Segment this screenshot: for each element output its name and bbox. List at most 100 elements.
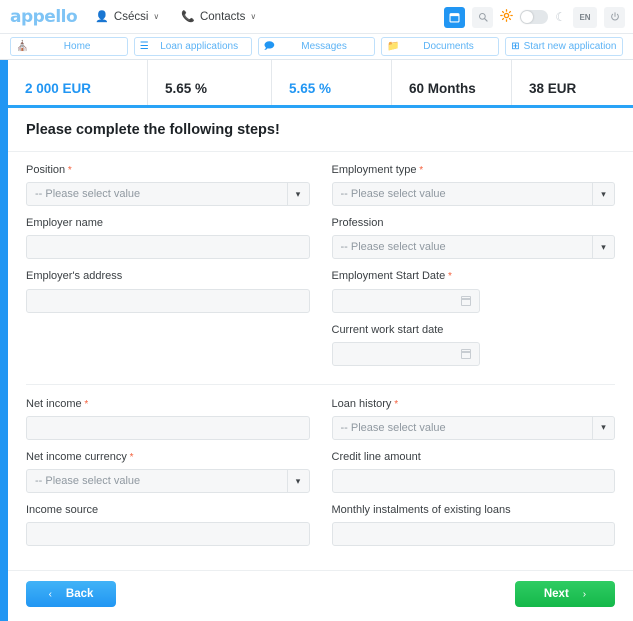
- list-icon: ☰: [139, 40, 149, 52]
- language-selector[interactable]: EN: [573, 6, 597, 28]
- field-net-income: Net income *: [26, 398, 310, 440]
- net-income-input[interactable]: [26, 415, 310, 440]
- required-marker: *: [126, 451, 134, 463]
- theme-toggle[interactable]: [520, 10, 549, 24]
- phone-icon: 📞: [181, 11, 195, 23]
- summary-label: [289, 72, 391, 78]
- summary-cell: 60 Months: [391, 60, 511, 105]
- field-label: Credit line amount: [331, 450, 421, 463]
- field-label: Income source: [26, 504, 99, 517]
- select-placeholder: -- Please select value: [35, 188, 141, 201]
- nav-tab-messages[interactable]: 🗩 Messages: [257, 37, 376, 56]
- calendar-icon[interactable]: [444, 6, 466, 28]
- income-section: Net income * Net income currency * -- Pl…: [26, 398, 615, 558]
- summary-label: [529, 72, 633, 78]
- search-icon[interactable]: [472, 6, 494, 28]
- monthly-instalments-input[interactable]: [331, 522, 615, 547]
- field-employment-type: Employment type * -- Please select value…: [331, 164, 615, 207]
- summary-value: 5.65 %: [165, 81, 208, 96]
- net-income-currency-select[interactable]: -- Please select value ▾: [26, 469, 310, 494]
- power-icon[interactable]: [604, 6, 625, 28]
- income-right-column: Loan history * -- Please select value ▾ …: [331, 398, 615, 558]
- message-icon: 🗩: [263, 40, 275, 52]
- page-background: 2 000 EUR 5.65 % 5.65 % 60 Months 38 EUR…: [0, 60, 633, 621]
- back-button-label: Back: [65, 588, 94, 600]
- chevron-left-icon: ‹: [48, 588, 52, 600]
- required-marker: *: [445, 271, 452, 283]
- calendar-icon: [460, 295, 471, 306]
- brightness-icon[interactable]: [500, 9, 514, 25]
- chevron-down-icon: ∨: [250, 12, 257, 21]
- field-credit-line-amount: Credit line amount: [331, 450, 615, 494]
- field-employer-name: Employer name: [26, 217, 310, 260]
- nav-tab-label: Home: [63, 41, 91, 52]
- user-icon: 👤: [95, 11, 109, 23]
- select-placeholder: -- Please select value: [340, 421, 446, 434]
- field-label: Employer name: [26, 217, 104, 230]
- form-body: Position * -- Please select value ▾ Empl…: [8, 152, 633, 570]
- summary-label: [25, 72, 147, 78]
- summary-value: 60 Months: [409, 81, 476, 96]
- summary-label: [165, 72, 271, 78]
- field-employment-start-date: Employment Start Date *: [331, 270, 616, 313]
- nav-tab-documents[interactable]: 📁 Documents: [381, 37, 500, 56]
- field-net-income-currency: Net income currency * -- Please select v…: [26, 450, 310, 494]
- field-employers-address: Employer's address: [26, 270, 310, 313]
- income-source-input[interactable]: [26, 522, 310, 547]
- summary-cell: 5.65 %: [147, 60, 271, 105]
- calendar-icon: [460, 348, 471, 359]
- chevron-right-icon: ›: [582, 588, 587, 600]
- employment-start-date-input[interactable]: [331, 288, 480, 313]
- form-heading: Please complete the following steps!: [8, 108, 633, 152]
- current-work-start-date-input[interactable]: [331, 341, 480, 366]
- back-button[interactable]: ‹ Back: [26, 581, 116, 607]
- summary-value: 2 000 EUR: [25, 81, 92, 96]
- field-label: Net income currency *: [26, 450, 134, 463]
- field-label: Position *: [26, 164, 72, 176]
- next-button[interactable]: Next ›: [515, 581, 615, 607]
- moon-icon: ☾: [555, 10, 566, 24]
- required-marker: *: [416, 165, 424, 176]
- field-position: Position * -- Please select value ▾: [26, 164, 310, 207]
- nav-tab-loan-applications[interactable]: ☰ Loan applications: [133, 37, 252, 56]
- form-footer: ‹ Back Next ›: [8, 570, 633, 621]
- select-placeholder: -- Please select value: [340, 188, 446, 201]
- app-logo: appello: [10, 6, 78, 27]
- nav-tabs: ⛪ Home ☰ Loan applications 🗩 Messages 📁 …: [0, 34, 633, 60]
- employment-type-select[interactable]: -- Please select value ▾: [331, 182, 615, 207]
- employers-address-input[interactable]: [26, 288, 310, 313]
- field-label: Current work start date: [331, 323, 444, 336]
- summary-cell: 5.65 %: [271, 60, 391, 105]
- top-bar-actions: ☾ EN: [444, 0, 625, 34]
- folder-icon: 📁: [387, 40, 400, 52]
- field-income-source: Income source: [26, 504, 310, 547]
- select-placeholder: -- Please select value: [35, 475, 141, 488]
- user-menu[interactable]: 👤 Csécsi ∨: [95, 10, 159, 24]
- field-label: Profession: [331, 217, 384, 230]
- nav-tab-home[interactable]: ⛪ Home: [10, 37, 128, 56]
- chevron-down-icon: ▾: [286, 470, 309, 493]
- field-label: Employer's address: [26, 270, 123, 283]
- field-label: Employment Start Date *: [331, 270, 452, 283]
- field-monthly-instalments: Monthly instalments of existing loans: [331, 504, 615, 547]
- home-icon: ⛪: [16, 40, 29, 52]
- summary-label: [409, 72, 511, 78]
- nav-tab-label: Loan applications: [160, 41, 239, 52]
- chevron-down-icon: ▾: [592, 416, 614, 439]
- employer-name-input[interactable]: [26, 235, 310, 260]
- summary-value: 38 EUR: [529, 81, 577, 96]
- field-current-work-start-date: Current work start date: [331, 323, 616, 366]
- nav-tab-start-new-application[interactable]: ⊞ Start new application: [505, 37, 623, 56]
- field-loan-history: Loan history * -- Please select value ▾: [331, 398, 615, 440]
- contacts-menu-label: Contacts: [199, 10, 246, 23]
- user-menu-label: Csécsi: [113, 10, 149, 23]
- profession-select[interactable]: -- Please select value ▾: [331, 235, 615, 260]
- credit-line-amount-input[interactable]: [331, 469, 615, 494]
- field-label: Monthly instalments of existing loans: [331, 504, 511, 517]
- loan-history-select[interactable]: -- Please select value ▾: [331, 415, 615, 440]
- contacts-menu[interactable]: 📞 Contacts ∨: [181, 10, 257, 24]
- next-button-label: Next: [543, 588, 569, 600]
- position-select[interactable]: -- Please select value ▾: [26, 182, 310, 207]
- required-marker: *: [391, 398, 399, 410]
- employment-left-column: Position * -- Please select value ▾ Empl…: [26, 164, 310, 377]
